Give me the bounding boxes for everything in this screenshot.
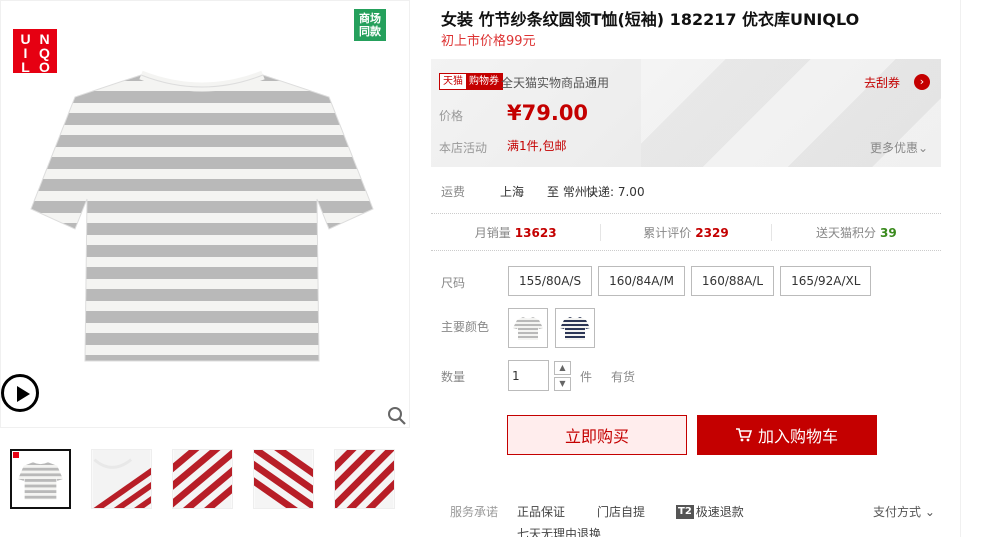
ship-from: 上海 <box>500 185 525 199</box>
thumb-red-white-stripes-2[interactable] <box>253 449 314 509</box>
price-label: 价格 <box>439 109 464 123</box>
product-title: 女装 竹节纱条纹圆领T恤(短袖) 182217 优衣库UNIQLO <box>441 10 860 29</box>
color-label: 主要颜色 <box>441 320 490 334</box>
color-swatch-navy[interactable] <box>555 308 595 348</box>
tmall-points: 送天猫积分 39 <box>815 225 897 240</box>
shipping-label: 运费 <box>441 185 466 199</box>
quantity-increase-icon[interactable]: ▲ <box>554 361 571 375</box>
uniqlo-logo: U N I Q L O <box>13 29 57 74</box>
stock-status: 有货 <box>611 370 636 384</box>
size-option-xl[interactable]: 165/92A/XL <box>780 266 872 296</box>
store-promo-label: 本店活动 <box>439 141 488 155</box>
play-video-icon[interactable] <box>1 374 39 412</box>
monthly-sales: 月销量 13623 <box>431 223 602 241</box>
right-edge-divider <box>960 0 961 537</box>
magnifier-icon[interactable] <box>386 405 408 427</box>
quantity-label: 数量 <box>441 370 466 384</box>
service-authentic[interactable]: 正品保证 <box>517 503 565 520</box>
thumb-red-white-tee-collar[interactable] <box>91 449 152 509</box>
t2-badge: T2 <box>676 504 694 519</box>
tmall-coupon-tag: 天猫 购物券 <box>439 73 503 90</box>
coupon-description: 全天猫实物商品通用 <box>501 76 610 90</box>
quantity-unit: 件 <box>580 370 593 384</box>
thumb-red-white-stripes-1[interactable] <box>172 449 233 509</box>
more-promotions-link[interactable]: 更多优惠⌄ <box>870 139 928 156</box>
size-option-m[interactable]: 160/84A/M <box>598 266 685 296</box>
chevron-down-icon: ⌄ <box>924 505 935 519</box>
size-option-s[interactable]: 155/80A/S <box>508 266 593 296</box>
store-same-style-badge: 商场同款 <box>354 9 386 41</box>
service-store-pickup[interactable]: 门店自提 <box>597 503 645 520</box>
service-7day-return[interactable]: 七天无理由退换 <box>517 525 601 537</box>
quantity-decrease-icon[interactable]: ▼ <box>554 377 571 391</box>
quantity-input[interactable] <box>508 360 549 391</box>
get-coupon-link[interactable]: 去刮券 <box>864 74 900 91</box>
size-option-l[interactable]: 160/88A/L <box>690 266 775 296</box>
main-product-image: U N I Q L O 商场同款 <box>0 0 410 428</box>
service-label: 服务承诺 <box>450 505 499 519</box>
price-value: ¥79.00 <box>507 101 589 125</box>
size-label: 尺码 <box>441 276 466 290</box>
payment-methods-link[interactable]: 支付方式 ⌄ <box>873 503 935 520</box>
color-options <box>508 308 595 348</box>
buy-now-button[interactable]: 立即购买 <box>507 415 687 455</box>
original-price-note: 初上市价格99元 <box>441 34 536 49</box>
shipping-fee: 快递: 7.00 <box>586 185 645 199</box>
cart-icon <box>735 428 752 442</box>
size-options: 155/80A/S 160/84A/M 160/88A/L 165/92A/XL <box>508 266 872 296</box>
store-promo-value: 满1件,包邮 <box>507 139 567 153</box>
service-fast-refund[interactable]: T2 极速退款 <box>676 503 744 520</box>
chevron-right-icon[interactable]: › <box>914 74 930 90</box>
thumbnail-strip <box>10 449 395 509</box>
striped-tshirt-image <box>30 70 374 362</box>
color-swatch-grey[interactable] <box>508 308 548 348</box>
add-to-cart-button[interactable]: 加入购物车 <box>697 415 877 455</box>
thumb-grey-white-tee[interactable] <box>10 449 71 509</box>
thumb-red-white-stripes-3[interactable] <box>334 449 395 509</box>
total-reviews[interactable]: 累计评价 2329 <box>601 223 772 241</box>
chevron-down-icon: ⌄ <box>918 141 929 155</box>
price-panel: 天猫 购物券 全天猫实物商品通用 去刮券 › 价格 ¥79.00 本店活动 满1… <box>431 59 941 167</box>
sales-stats: 月销量 13623 累计评价 2329 送天猫积分 39 <box>431 213 941 251</box>
